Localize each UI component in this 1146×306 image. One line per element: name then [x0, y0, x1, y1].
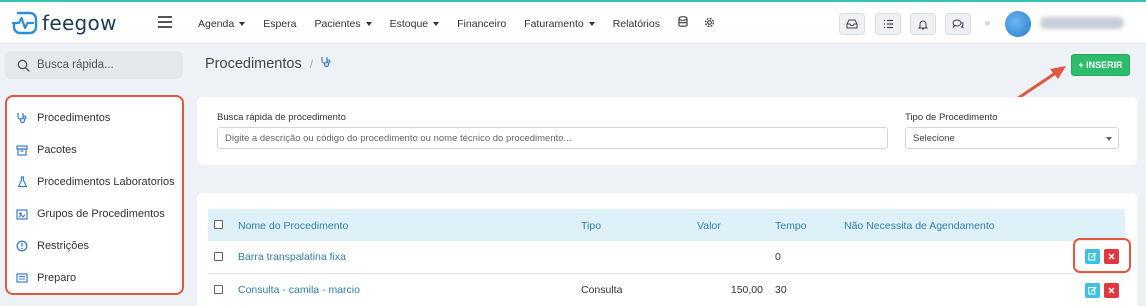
nav-estoque[interactable]: Estoque — [390, 18, 440, 30]
nav-espera[interactable]: Espera — [263, 18, 296, 30]
edit-icon — [1088, 252, 1097, 261]
column-header-type[interactable]: Tipo — [581, 220, 601, 232]
edit-button[interactable] — [1085, 283, 1100, 298]
procedure-time: 0 — [775, 251, 781, 263]
package-icon — [16, 144, 28, 156]
group-icon — [16, 208, 28, 220]
procedure-value: 150,00 — [730, 284, 763, 296]
logo-icon — [12, 11, 38, 35]
column-header-time[interactable]: Tempo — [775, 220, 807, 232]
procedure-time: 30 — [775, 284, 787, 296]
inbox-icon — [846, 19, 858, 29]
column-header-no-scheduling[interactable]: Não Necessita de Agendamento — [844, 220, 995, 232]
close-icon — [1108, 253, 1115, 260]
list-icon — [16, 272, 28, 284]
chevron-down-icon — [588, 21, 595, 26]
sidebar-item-label: Procedimentos — [37, 112, 111, 124]
menu-toggle-button[interactable] — [158, 16, 172, 28]
sidebar-item-procedimentos[interactable]: Procedimentos — [7, 102, 182, 134]
edit-button[interactable] — [1085, 249, 1100, 264]
main-nav: Agenda Espera Pacientes Estoque Financei… — [198, 16, 731, 31]
insert-button[interactable]: + INSERIR — [1071, 54, 1130, 76]
nav-agenda-label: Agenda — [198, 17, 235, 30]
nav-pacientes-label: Pacientes — [314, 17, 361, 30]
row-checkbox[interactable] — [214, 285, 223, 294]
select-all-checkbox[interactable] — [214, 220, 223, 229]
procedure-type-label: Tipo de Procedimento — [905, 112, 998, 123]
nav-relatorios[interactable]: Relatórios — [613, 18, 660, 30]
task-list-icon — [883, 19, 893, 29]
stethoscope-icon — [320, 56, 332, 72]
notifications-button[interactable] — [910, 13, 936, 35]
search-procedure-input[interactable] — [217, 127, 888, 149]
chat-button[interactable] — [945, 13, 971, 35]
status-dot — [985, 21, 990, 26]
nav-faturamento[interactable]: Faturamento — [524, 18, 595, 30]
procedures-table: Nome do Procedimento Tipo Valor Tempo Nã… — [197, 193, 1138, 306]
nav-pacientes[interactable]: Pacientes — [314, 17, 372, 30]
filter-panel: Busca rápida de procedimento Tipo de Pro… — [197, 97, 1138, 165]
breadcrumb-separator: / — [309, 57, 314, 71]
avatar[interactable] — [1005, 11, 1031, 37]
page-title: Procedimentos — [205, 56, 302, 72]
search-icon — [17, 59, 30, 72]
row-divider — [208, 273, 1125, 274]
sidebar-item-label: Procedimentos Laboratorios — [37, 176, 175, 188]
nav-estoque-label: Estoque — [389, 17, 429, 30]
sidebar-item-label: Pacotes — [37, 144, 77, 156]
sidebar-item-procedimentos-laboratorios[interactable]: Procedimentos Laboratorios — [7, 166, 182, 198]
nav-faturamento-label: Faturamento — [524, 17, 584, 30]
procedure-type-select[interactable]: Selecione — [905, 127, 1119, 149]
delete-button[interactable] — [1104, 283, 1119, 298]
chevron-down-icon — [239, 21, 246, 26]
chat-icon — [952, 19, 964, 29]
nav-espera-label: Espera — [263, 17, 297, 30]
sidebar-item-label: Restrições — [37, 240, 89, 252]
nav-agenda[interactable]: Agenda — [198, 17, 246, 30]
procedure-name-link[interactable]: Barra transpalatina fixa — [238, 251, 346, 263]
table-header: Nome do Procedimento Tipo Valor Tempo Nã… — [208, 209, 1125, 241]
search-procedure-label: Busca rápida de procedimento — [217, 112, 346, 123]
database-icon[interactable] — [678, 16, 688, 31]
delete-button[interactable] — [1104, 249, 1119, 264]
nav-financeiro[interactable]: Financeiro — [457, 18, 506, 30]
logo[interactable]: feegow — [12, 11, 117, 35]
chevron-down-icon — [1106, 137, 1112, 141]
sidebar-item-preparo[interactable]: Preparo — [7, 262, 182, 294]
nav-relatorios-label: Relatórios — [612, 17, 660, 30]
alert-circle-icon — [16, 240, 28, 252]
page-title-bar: Procedimentos / — [205, 56, 332, 72]
bell-icon — [918, 20, 928, 29]
column-header-name[interactable]: Nome do Procedimento — [238, 220, 348, 232]
sidebar: Procedimentos Pacotes Procedimentos Labo… — [5, 95, 184, 295]
procedure-type: Consulta — [581, 284, 623, 296]
nav-financeiro-label: Financeiro — [457, 17, 507, 30]
chevron-down-icon — [365, 21, 372, 26]
top-bar: feegow Agenda Espera Pacientes Estoque F… — [0, 2, 1146, 44]
flask-icon — [16, 176, 28, 188]
quick-search — [5, 51, 183, 79]
quick-search-input[interactable] — [37, 59, 177, 71]
sidebar-item-label: Preparo — [37, 272, 77, 284]
inbox-button[interactable] — [839, 13, 865, 35]
logo-text: feegow — [42, 11, 117, 35]
procedure-type-value: Selecione — [913, 132, 955, 144]
procedure-name-link[interactable]: Consulta - camila - marcio — [238, 284, 360, 296]
close-icon — [1108, 287, 1115, 294]
user-name-blurred[interactable] — [1040, 17, 1124, 29]
sidebar-item-grupos-de-procedimentos[interactable]: Grupos de Procedimentos — [7, 198, 182, 230]
chevron-down-icon — [433, 21, 440, 26]
task-list-button[interactable] — [875, 13, 901, 35]
sidebar-item-label: Grupos de Procedimentos — [37, 208, 165, 220]
row-checkbox[interactable] — [214, 252, 223, 261]
stethoscope-icon — [16, 112, 28, 124]
sidebar-item-pacotes[interactable]: Pacotes — [7, 134, 182, 166]
edit-icon — [1088, 286, 1097, 295]
sidebar-item-restricoes[interactable]: Restrições — [7, 230, 182, 262]
column-header-value[interactable]: Valor — [697, 220, 721, 232]
gear-icon[interactable] — [704, 17, 715, 31]
